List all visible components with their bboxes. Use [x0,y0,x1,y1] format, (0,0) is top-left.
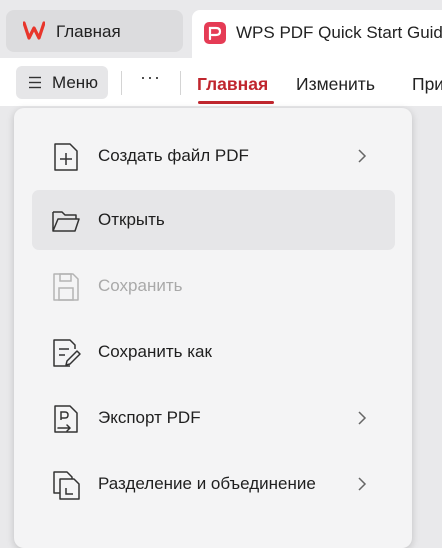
menu-item-save[interactable]: Сохранить [32,256,395,316]
menu-item-split-merge[interactable]: Разделение и объединение [32,454,395,514]
tab-document[interactable]: WPS PDF Quick Start Guid [192,10,442,58]
menu-item-label: Открыть [98,210,165,229]
new-file-icon [54,143,78,171]
toolbar-divider [180,71,181,95]
menu-item-label: Экспорт PDF [98,408,201,427]
chevron-right-icon [358,477,367,491]
ribbon-tab-insert[interactable]: При [412,74,442,95]
menu-item-save-as[interactable]: Сохранить как [32,322,395,382]
toolbar-divider [121,71,122,95]
tab-document-label: WPS PDF Quick Start Guid [236,23,442,42]
export-pdf-icon [54,405,78,433]
tab-home[interactable]: Главная [6,10,183,52]
ribbon-tab-home[interactable]: Главная [197,74,268,95]
save-as-icon [53,339,81,367]
pdf-logo-icon [204,22,226,44]
menu-item-export-pdf[interactable]: Экспорт PDF [32,388,395,448]
more-options-button[interactable]: ··· [140,67,161,88]
chevron-right-icon [358,149,367,163]
wps-logo-icon [23,21,45,40]
active-tab-indicator [198,101,274,104]
menu-button-label: Меню [52,73,98,92]
file-menu-dropdown: Создать файл PDF Открыть Сохранить Сохра… [14,108,412,548]
chevron-right-icon [358,411,367,425]
menu-item-label: Сохранить [98,276,183,295]
menu-item-label: Разделение и объединение [98,474,316,493]
menu-item-open[interactable]: Открыть [32,190,395,250]
split-merge-icon [53,471,80,500]
menu-item-label: Создать файл PDF [98,146,249,165]
ribbon-toolbar: Меню ··· Главная Изменить При [0,58,442,106]
menu-item-create-pdf[interactable]: Создать файл PDF [32,126,395,186]
menu-button[interactable]: Меню [16,66,108,99]
menu-item-label: Сохранить как [98,342,212,361]
title-tab-bar: Главная WPS PDF Quick Start Guid [0,0,442,58]
ribbon-tab-edit[interactable]: Изменить [296,74,375,95]
folder-open-icon [52,211,80,232]
hamburger-icon [29,76,41,89]
tab-home-label: Главная [56,22,121,41]
save-icon [53,273,79,301]
